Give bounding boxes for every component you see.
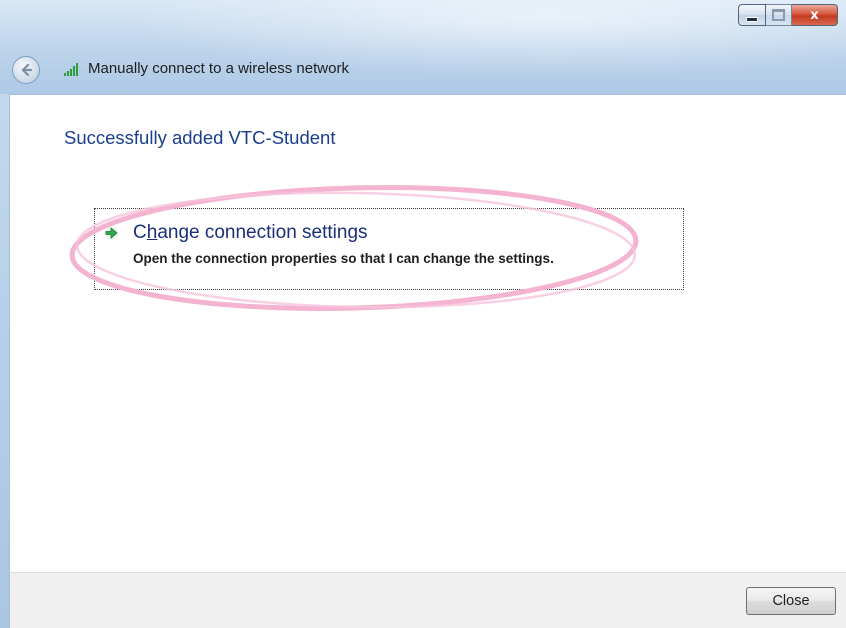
change-connection-settings-link[interactable]: Change connection settings Open the conn…: [94, 208, 684, 290]
minimize-icon: [746, 16, 758, 22]
success-heading: Successfully added VTC-Student: [64, 127, 336, 148]
maximize-button[interactable]: [766, 4, 792, 26]
title-bar: x Manually connect to a wireless network: [0, 0, 846, 94]
close-window-button[interactable]: x: [792, 4, 838, 26]
signal-strength-icon: [64, 63, 78, 76]
wizard-window: x Manually connect to a wireless network…: [0, 0, 846, 628]
wizard-title: Manually connect to a wireless network: [88, 60, 349, 77]
minimize-button[interactable]: [738, 4, 766, 26]
close-icon: x: [810, 7, 819, 23]
maximize-icon: [772, 9, 785, 21]
command-link-description: Open the connection properties so that I…: [133, 251, 554, 266]
green-arrow-icon: [104, 226, 118, 240]
window-controls: x: [738, 4, 838, 26]
content-pane: Successfully added VTC-Student Change co…: [9, 94, 846, 572]
command-link-title: Change connection settings: [133, 222, 368, 243]
close-button[interactable]: Close: [746, 587, 836, 615]
footer-bar: Close: [9, 572, 846, 628]
back-arrow-icon: [21, 63, 33, 77]
back-button[interactable]: [12, 56, 40, 84]
annotation-ellipse: [69, 185, 639, 311]
